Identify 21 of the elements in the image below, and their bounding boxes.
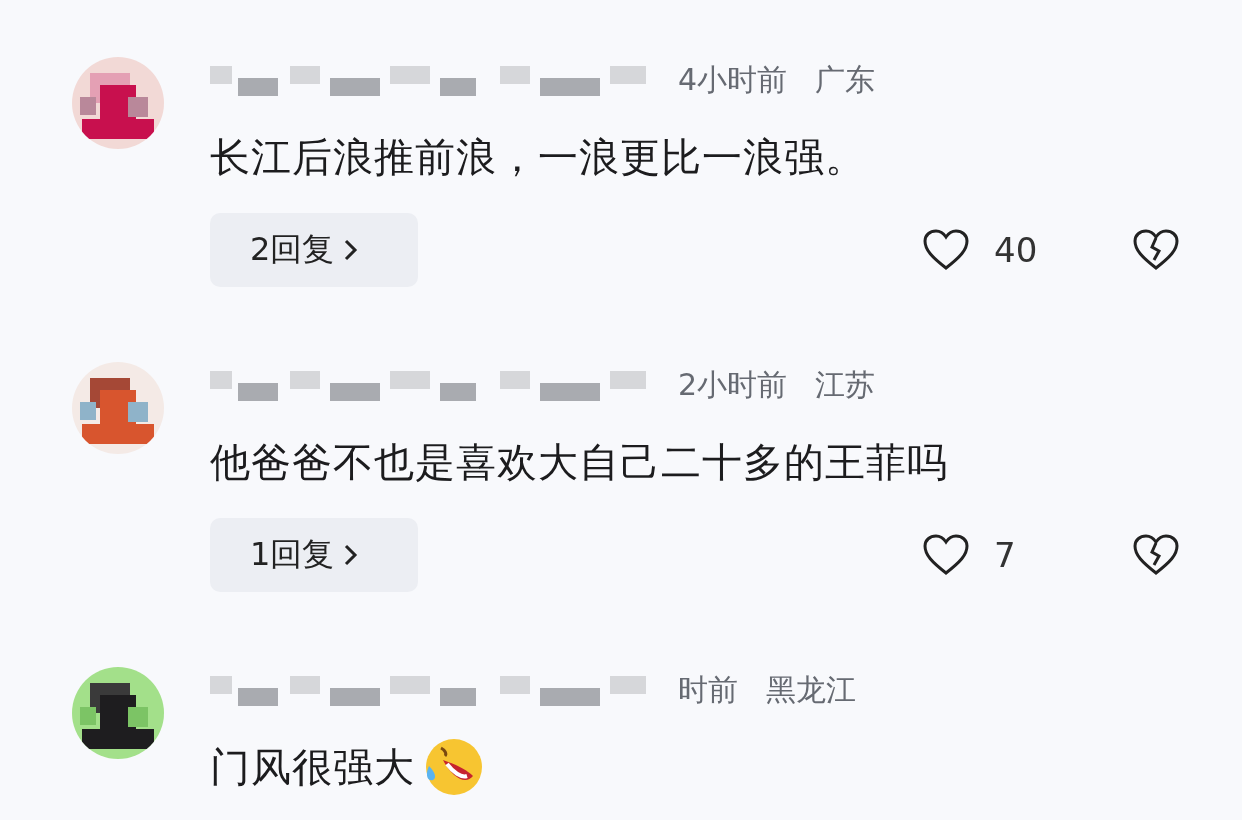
location-label: 黑龙江 (766, 670, 856, 709)
dislike-button[interactable] (1132, 229, 1180, 271)
dislike-button[interactable] (1132, 534, 1180, 576)
heart-icon (922, 229, 970, 271)
chevron-right-icon (344, 239, 359, 261)
comment-text: 他爸爸不也是喜欢大自己二十多的王菲吗 (210, 437, 948, 487)
time-label: 2小时前 (678, 365, 788, 404)
like-button[interactable]: 40 (922, 229, 1040, 271)
comment-text: 长江后浪推前浪，一浪更比一浪强。 (210, 132, 866, 182)
broken-heart-icon (1132, 534, 1180, 576)
time-label: 时前 (678, 670, 738, 709)
replies-button[interactable]: 2回复 (210, 213, 418, 287)
comment-text: 门风很强大 (210, 742, 415, 792)
time-label: 4小时前 (678, 60, 788, 99)
location-label: 江苏 (815, 365, 876, 404)
location-label: 广东 (815, 60, 876, 99)
broken-heart-icon (1132, 229, 1180, 271)
replies-button[interactable]: 1回复 (210, 518, 418, 592)
heart-icon (922, 534, 970, 576)
like-button[interactable]: 7 (922, 534, 1040, 576)
chevron-right-icon (344, 544, 359, 566)
